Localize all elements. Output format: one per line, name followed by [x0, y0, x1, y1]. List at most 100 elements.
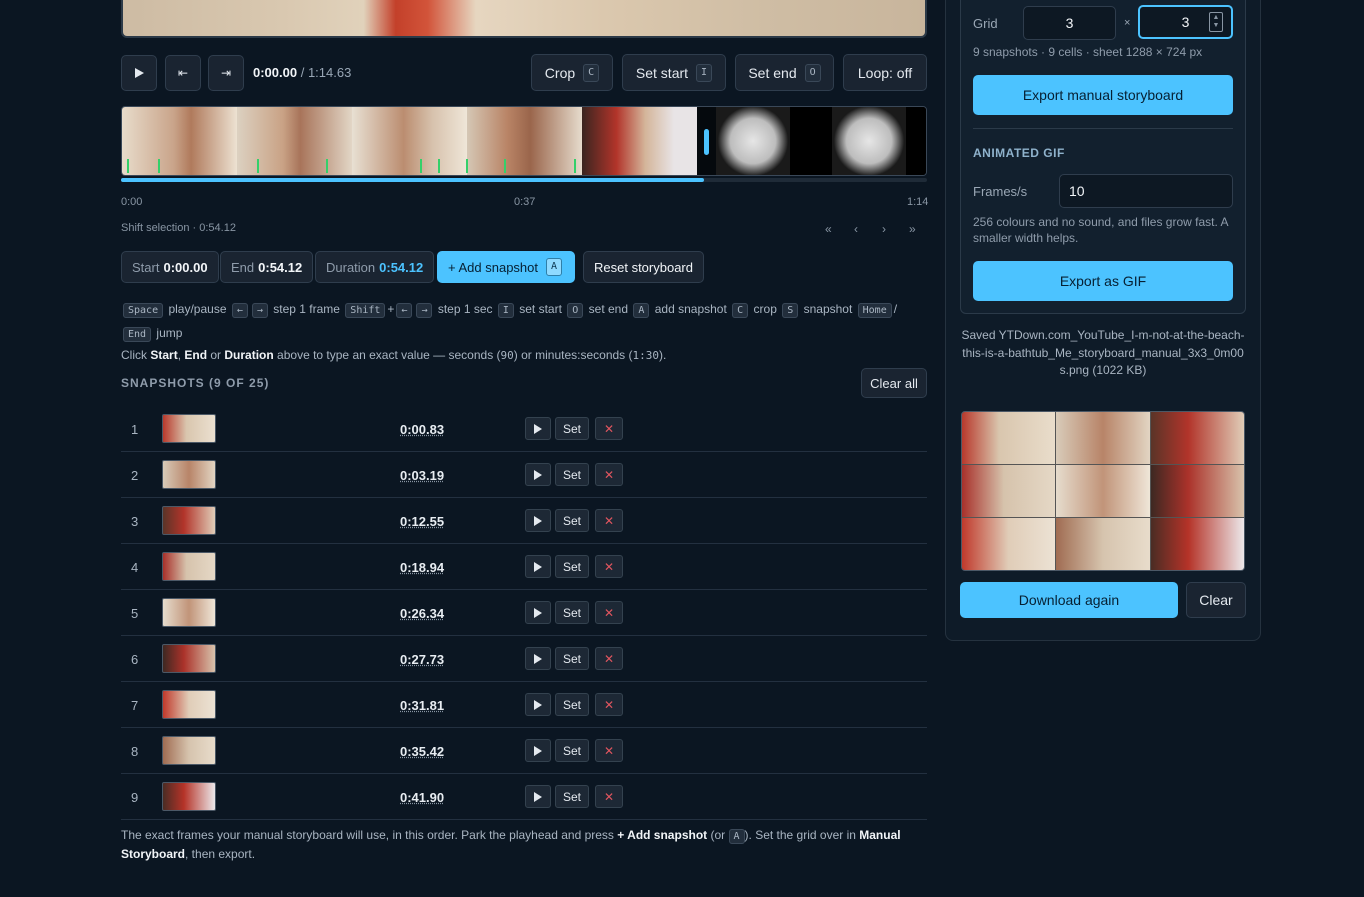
snapshot-play-button[interactable]: [525, 601, 551, 624]
snapshot-thumbnail[interactable]: [162, 644, 216, 673]
snapshot-delete-button[interactable]: ✕: [595, 601, 623, 624]
snapshot-thumbnail[interactable]: [162, 782, 216, 811]
snapshot-thumbnail[interactable]: [162, 460, 216, 489]
storyboard-preview[interactable]: [961, 411, 1245, 571]
snapshot-set-button[interactable]: Set: [555, 509, 589, 532]
snapshot-delete-button[interactable]: ✕: [595, 739, 623, 762]
snapshot-delete-button[interactable]: ✕: [595, 647, 623, 670]
set-start-key: I: [696, 63, 713, 82]
snapshot-play-button[interactable]: [525, 693, 551, 716]
fps-input[interactable]: 10: [1059, 174, 1233, 208]
snapshot-marker: [420, 159, 422, 173]
download-again-button[interactable]: Download again: [960, 582, 1178, 618]
clear-all-button[interactable]: Clear all: [861, 368, 927, 398]
snapshot-set-button[interactable]: Set: [555, 647, 589, 670]
set-label: Set: [562, 743, 581, 758]
key-s: S: [782, 303, 799, 318]
duration-field[interactable]: Duration 0:54.12: [315, 251, 435, 283]
preview-cell: [1150, 518, 1244, 570]
snapshot-delete-button[interactable]: ✕: [595, 693, 623, 716]
snapshot-play-button[interactable]: [525, 647, 551, 670]
snapshot-time[interactable]: 0:12.55: [400, 514, 444, 529]
snapshot-row: 5 0:26.34 Set ✕: [121, 590, 927, 636]
snapshot-set-button[interactable]: Set: [555, 601, 589, 624]
nav-next-button[interactable]: ›: [882, 222, 886, 236]
snapshot-row: 4 0:18.94 Set ✕: [121, 544, 927, 590]
start-field[interactable]: Start 0:00.00: [121, 251, 219, 283]
play-button[interactable]: [121, 55, 157, 91]
snapshot-time[interactable]: 0:00.83: [400, 422, 444, 437]
crop-button[interactable]: Crop C: [531, 54, 613, 91]
loop-toggle[interactable]: Loop: off: [843, 54, 927, 91]
video-preview[interactable]: [121, 0, 927, 38]
snapshot-time[interactable]: 0:26.34: [400, 606, 444, 621]
filmstrip-timeline[interactable]: [121, 106, 927, 176]
duration-value: 0:54.12: [379, 259, 424, 275]
preview-cell: [1056, 465, 1150, 517]
snapshot-thumbnail[interactable]: [162, 552, 216, 581]
snapshot-marker: [127, 159, 129, 173]
snapshot-thumbnail[interactable]: [162, 506, 216, 535]
snapshot-play-button[interactable]: [525, 555, 551, 578]
snapshot-index: 2: [131, 468, 139, 483]
jump-start-button[interactable]: ⇤: [165, 55, 201, 91]
grid-columns-input[interactable]: 3: [1023, 6, 1116, 40]
snapshot-thumbnail[interactable]: [162, 736, 216, 765]
snapshot-thumbnail[interactable]: [162, 690, 216, 719]
jump-end-button[interactable]: ⇥: [208, 55, 244, 91]
snapshot-delete-button[interactable]: ✕: [595, 417, 623, 440]
snapshot-play-button[interactable]: [525, 785, 551, 808]
shortcut-desc: step 1 frame: [273, 302, 340, 316]
snapshot-delete-button[interactable]: ✕: [595, 555, 623, 578]
set-label: Set: [562, 513, 581, 528]
close-icon: ✕: [603, 513, 615, 528]
nav-last-button[interactable]: »: [909, 222, 916, 236]
current-time: 0:00.00: [253, 65, 298, 80]
snapshot-set-button[interactable]: Set: [555, 555, 589, 578]
player-controls: ⇤ ⇥ 0:00.00 / 1:14.63 Crop C Set start I S…: [121, 54, 927, 92]
end-label: End: [231, 259, 255, 275]
grid-rows-value: 3: [1181, 14, 1190, 30]
snapshot-time[interactable]: 0:41.90: [400, 790, 444, 805]
snapshot-thumbnail[interactable]: [162, 414, 216, 443]
snapshot-set-button[interactable]: Set: [555, 463, 589, 486]
footnote-add-snapshot: + Add snapshot: [617, 828, 708, 842]
snapshot-delete-button[interactable]: ✕: [595, 785, 623, 808]
snapshot-time[interactable]: 0:35.42: [400, 744, 444, 759]
snapshot-play-button[interactable]: [525, 417, 551, 440]
snapshot-set-button[interactable]: Set: [555, 739, 589, 762]
snapshot-thumbnail[interactable]: [162, 598, 216, 627]
filmstrip-frame: [467, 107, 582, 175]
snapshot-set-button[interactable]: Set: [555, 785, 589, 808]
selection-handle[interactable]: [704, 129, 709, 155]
snapshot-delete-button[interactable]: ✕: [595, 509, 623, 532]
snapshot-set-button[interactable]: Set: [555, 417, 589, 440]
snapshot-time[interactable]: 0:03.19: [400, 468, 444, 483]
snapshot-row: 2 0:03.19 Set ✕: [121, 452, 927, 498]
set-end-button[interactable]: Set end O: [735, 54, 834, 91]
add-snapshot-label: + Add snapshot: [448, 259, 538, 275]
end-field[interactable]: End 0:54.12: [220, 251, 314, 283]
snapshot-play-button[interactable]: [525, 739, 551, 762]
divider: [973, 128, 1233, 129]
set-label: Set: [562, 789, 581, 804]
export-storyboard-button[interactable]: Export manual storyboard: [973, 75, 1233, 115]
filmstrip-frame: [906, 107, 926, 175]
snapshot-time[interactable]: 0:31.81: [400, 698, 444, 713]
selection-bar[interactable]: [121, 178, 927, 182]
snapshot-time[interactable]: 0:27.73: [400, 652, 444, 667]
snapshot-set-button[interactable]: Set: [555, 693, 589, 716]
nav-prev-button[interactable]: ‹: [854, 222, 858, 236]
snapshot-time[interactable]: 0:18.94: [400, 560, 444, 575]
snapshot-delete-button[interactable]: ✕: [595, 463, 623, 486]
number-stepper[interactable]: ▲ ▼: [1209, 12, 1223, 32]
nav-first-button[interactable]: «: [825, 222, 832, 236]
set-start-button[interactable]: Set start I: [622, 54, 726, 91]
reset-storyboard-button[interactable]: Reset storyboard: [583, 251, 704, 283]
grid-rows-input[interactable]: 3 ▲ ▼: [1138, 5, 1233, 39]
clear-button[interactable]: Clear: [1186, 582, 1246, 618]
export-gif-button[interactable]: Export as GIF: [973, 261, 1233, 301]
add-snapshot-button[interactable]: + Add snapshot A: [437, 251, 575, 283]
snapshot-play-button[interactable]: [525, 463, 551, 486]
snapshot-play-button[interactable]: [525, 509, 551, 532]
